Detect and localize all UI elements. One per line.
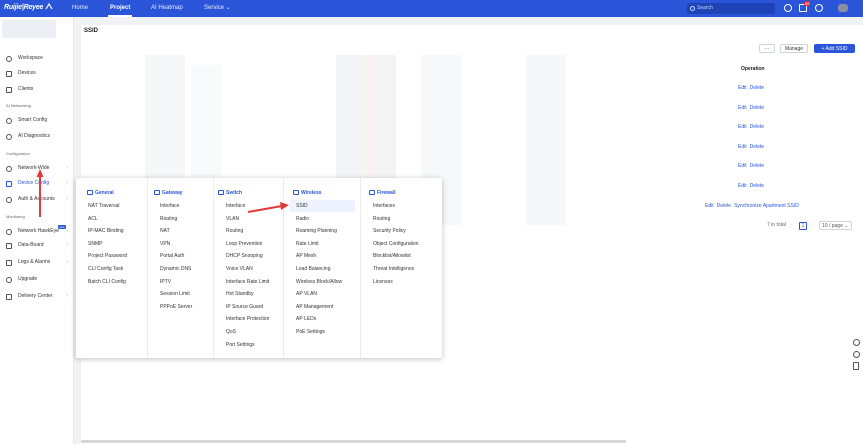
annotation-arrows <box>36 169 289 217</box>
chat-icon[interactable] <box>853 339 860 346</box>
red-arrowhead-device-config <box>36 169 44 177</box>
red-arrowhead-ssid <box>280 202 289 210</box>
red-arrow-ssid <box>247 205 283 213</box>
headset-icon[interactable] <box>853 351 860 358</box>
floating-toolbar <box>848 335 863 373</box>
horizontal-scrollbar[interactable] <box>81 440 626 443</box>
document-icon[interactable] <box>853 362 859 370</box>
